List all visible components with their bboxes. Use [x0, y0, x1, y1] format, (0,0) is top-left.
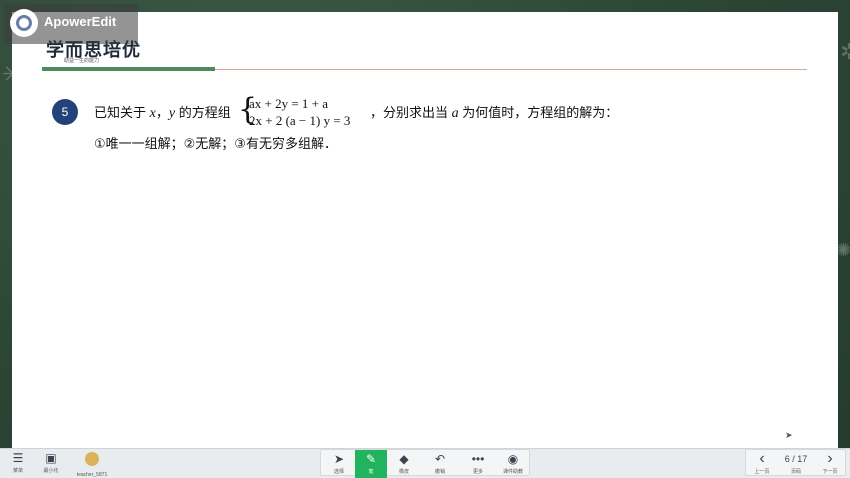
question-text: ，分别求出当	[370, 105, 449, 120]
teacher-profile-button[interactable]: teacher_5871	[72, 449, 112, 478]
chalk-doodle: ✲	[840, 40, 850, 65]
question-text: 为何值时，方程组的解为：	[462, 105, 619, 120]
undo-label: 撤销	[434, 469, 445, 475]
page-label: 页码	[790, 469, 801, 475]
pen-icon: ✎	[365, 452, 377, 466]
brand-slogan: 助益一生的能力	[64, 58, 100, 64]
mini-window-icon: ▣	[45, 451, 57, 465]
next-page-button[interactable]: › 下一页	[816, 450, 844, 478]
page-indicator: 6 / 17	[784, 454, 808, 464]
variable-y: y	[168, 106, 176, 121]
menu-icon: ☰	[12, 451, 24, 465]
page-number-display[interactable]: 6 / 17 页码	[780, 450, 812, 478]
question-text-line2: ①唯一一组解；②无解；③有无穷多组解．	[94, 136, 337, 151]
courseware-assistant-button[interactable]: ◉ 课件助教	[497, 450, 529, 478]
eraser-label: 橡皮	[398, 469, 409, 475]
undo-button[interactable]: ↶ 撤销	[423, 450, 457, 478]
camera-icon: ◉	[507, 452, 519, 466]
select-label: 选择	[333, 469, 344, 475]
mouse-cursor-icon: ➤	[785, 430, 793, 440]
question-comma: ，	[155, 105, 169, 120]
undo-icon: ↶	[434, 452, 446, 466]
question-text: 已知关于	[94, 105, 147, 120]
avatar-icon	[85, 452, 99, 466]
more-icon: •••	[471, 452, 485, 466]
question-number-badge: 5	[52, 99, 78, 125]
courseware-slide: 学而思培优 助益一生的能力 5 已知关于 x，y 的方程组 { ax + 2y …	[12, 12, 838, 448]
drawing-tool-group: ➤ 选择 ✎ 笔 ◆ 橡皮 ↶ 撤销 ••• 更多 ◉ 课件助教	[320, 449, 530, 478]
pen-tool-button[interactable]: ✎ 笔	[355, 450, 387, 478]
prev-page-button[interactable]: ‹ 上一页	[748, 450, 776, 478]
more-button[interactable]: ••• 更多	[461, 450, 495, 478]
equation-2: 2x + 2 (a − 1) y = 3	[249, 113, 351, 128]
film-reel-icon	[10, 9, 38, 37]
select-arrow-icon: ➤	[333, 452, 345, 466]
minimize-label: 最小化	[43, 468, 59, 474]
page-navigation: ‹ 上一页 6 / 17 页码 › 下一页	[745, 449, 846, 476]
chevron-left-icon: ‹	[759, 450, 765, 467]
question-text-line1: 已知关于 x，y 的方程组	[94, 102, 231, 122]
question-text-line1-end: ，分别求出当 a 为何值时，方程组的解为：	[370, 102, 618, 122]
equation-system: { ax + 2y = 1 + a 2x + 2 (a − 1) y = 3	[238, 92, 366, 129]
minimize-button[interactable]: ▣ 最小化	[36, 449, 66, 478]
question-text: 的方程组	[178, 105, 231, 120]
chevron-right-icon: ›	[827, 450, 833, 467]
variable-a: a	[451, 106, 459, 121]
prev-page-label: 上一页	[754, 469, 770, 475]
pen-label: 笔	[368, 469, 374, 475]
more-label: 更多	[472, 469, 483, 475]
watermark-text: ApowerEdit	[44, 14, 117, 29]
next-page-label: 下一页	[822, 469, 838, 475]
eraser-icon: ◆	[399, 452, 409, 466]
eraser-tool-button[interactable]: ◆ 橡皮	[387, 450, 421, 478]
menu-label: 菜单	[12, 468, 23, 474]
menu-button[interactable]: ☰ 菜单	[4, 449, 32, 478]
header-divider-accent	[42, 67, 215, 71]
chalk-doodle: ✺	[836, 240, 850, 261]
courseware-assistant-label: 课件助教	[502, 469, 523, 475]
select-tool-button[interactable]: ➤ 选择	[323, 450, 355, 478]
header-divider	[215, 69, 807, 70]
teacher-name: teacher_5871	[76, 472, 108, 478]
equation-1: ax + 2y = 1 + a	[249, 96, 329, 111]
apoweredit-watermark: ApowerEdit	[4, 4, 138, 44]
